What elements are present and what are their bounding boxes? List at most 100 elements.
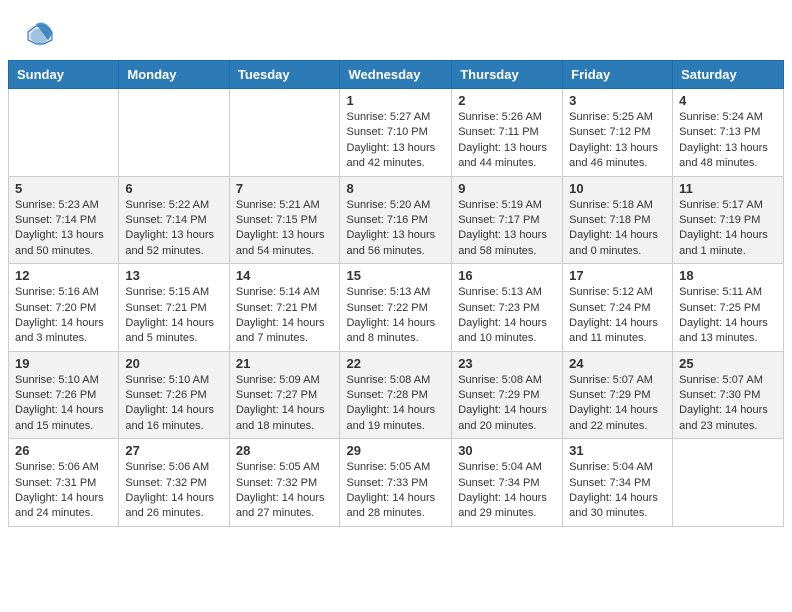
week-row-5: 26Sunrise: 5:06 AM Sunset: 7:31 PM Dayli… bbox=[9, 439, 784, 527]
day-cell: 13 Sunrise: 5:15 AM Sunset: 7:21 PM Dayli… bbox=[119, 264, 229, 352]
day-number: 2 bbox=[458, 93, 556, 108]
day-info: Sunrise: 5:05 AM Sunset: 7:32 PM Dayligh… bbox=[236, 460, 334, 522]
calendar-container: SundayMondayTuesdayWednesdayThursdayFrid… bbox=[0, 60, 792, 535]
day-cell: 18Sunrise: 5:11 AM Sunset: 7:25 PM Dayli… bbox=[673, 264, 784, 352]
day-number: 24 bbox=[569, 356, 666, 371]
day-cell: 17 Sunrise: 5:12 AM Sunset: 7:24 PM Dayli… bbox=[563, 264, 673, 352]
day-cell: 19 Sunrise: 5:10 AM Sunset: 7:26 PM Dayli… bbox=[9, 351, 119, 439]
day-cell: 23Sunrise: 5:08 AM Sunset: 7:29 PM Dayli… bbox=[452, 351, 563, 439]
week-row-2: 5Sunrise: 5:23 AM Sunset: 7:14 PM Daylig… bbox=[9, 176, 784, 264]
week-row-1: 1 Sunrise: 5:27 AM Sunset: 7:10 PM Daylig… bbox=[9, 89, 784, 177]
day-info: Sunrise: 5:14 AM Sunset: 7:21 PM Dayligh… bbox=[236, 285, 334, 347]
day-info: Sunrise: 5:13 AM Sunset: 7:22 PM Dayligh… bbox=[346, 285, 445, 347]
day-header-saturday: Saturday bbox=[673, 61, 784, 89]
day-info: Sunrise: 5:13 AM Sunset: 7:23 PM Dayligh… bbox=[458, 285, 556, 347]
day-info: Sunrise: 5:21 AM Sunset: 7:15 PM Dayligh… bbox=[236, 198, 334, 260]
day-number: 10 bbox=[569, 181, 666, 196]
day-number: 1 bbox=[346, 93, 445, 108]
day-cell bbox=[119, 89, 229, 177]
day-number: 3 bbox=[569, 93, 666, 108]
day-cell: 27 Sunrise: 5:06 AM Sunset: 7:32 PM Dayli… bbox=[119, 439, 229, 527]
day-number: 17 bbox=[569, 268, 666, 283]
day-number: 13 bbox=[125, 268, 222, 283]
day-number: 15 bbox=[346, 268, 445, 283]
day-cell: 30 Sunrise: 5:04 AM Sunset: 7:34 PM Dayli… bbox=[452, 439, 563, 527]
day-number: 6 bbox=[125, 181, 222, 196]
calendar-table: SundayMondayTuesdayWednesdayThursdayFrid… bbox=[8, 60, 784, 527]
day-cell: 15 Sunrise: 5:13 AM Sunset: 7:22 PM Dayli… bbox=[340, 264, 452, 352]
calendar-body: 1 Sunrise: 5:27 AM Sunset: 7:10 PM Daylig… bbox=[9, 89, 784, 527]
day-number: 29 bbox=[346, 443, 445, 458]
week-row-3: 12Sunrise: 5:16 AM Sunset: 7:20 PM Dayli… bbox=[9, 264, 784, 352]
day-info: Sunrise: 5:24 AM Sunset: 7:13 PM Dayligh… bbox=[679, 110, 777, 172]
day-cell: 14 Sunrise: 5:14 AM Sunset: 7:21 PM Dayli… bbox=[229, 264, 340, 352]
day-cell: 29 Sunrise: 5:05 AM Sunset: 7:33 PM Dayli… bbox=[340, 439, 452, 527]
day-cell: 10 Sunrise: 5:18 AM Sunset: 7:18 PM Dayli… bbox=[563, 176, 673, 264]
day-info: Sunrise: 5:27 AM Sunset: 7:10 PM Dayligh… bbox=[346, 110, 445, 172]
day-header-friday: Friday bbox=[563, 61, 673, 89]
day-info: Sunrise: 5:10 AM Sunset: 7:26 PM Dayligh… bbox=[15, 373, 112, 435]
day-number: 14 bbox=[236, 268, 334, 283]
day-header-sunday: Sunday bbox=[9, 61, 119, 89]
day-number: 27 bbox=[125, 443, 222, 458]
day-number: 23 bbox=[458, 356, 556, 371]
day-info: Sunrise: 5:07 AM Sunset: 7:29 PM Dayligh… bbox=[569, 373, 666, 435]
day-info: Sunrise: 5:12 AM Sunset: 7:24 PM Dayligh… bbox=[569, 285, 666, 347]
day-info: Sunrise: 5:19 AM Sunset: 7:17 PM Dayligh… bbox=[458, 198, 556, 260]
day-cell: 26Sunrise: 5:06 AM Sunset: 7:31 PM Dayli… bbox=[9, 439, 119, 527]
page-header bbox=[0, 0, 792, 60]
day-info: Sunrise: 5:04 AM Sunset: 7:34 PM Dayligh… bbox=[569, 460, 666, 522]
calendar-header: SundayMondayTuesdayWednesdayThursdayFrid… bbox=[9, 61, 784, 89]
day-info: Sunrise: 5:08 AM Sunset: 7:28 PM Dayligh… bbox=[346, 373, 445, 435]
day-info: Sunrise: 5:10 AM Sunset: 7:26 PM Dayligh… bbox=[125, 373, 222, 435]
day-number: 8 bbox=[346, 181, 445, 196]
day-cell: 28 Sunrise: 5:05 AM Sunset: 7:32 PM Dayli… bbox=[229, 439, 340, 527]
day-info: Sunrise: 5:25 AM Sunset: 7:12 PM Dayligh… bbox=[569, 110, 666, 172]
day-info: Sunrise: 5:23 AM Sunset: 7:14 PM Dayligh… bbox=[15, 198, 112, 260]
day-info: Sunrise: 5:07 AM Sunset: 7:30 PM Dayligh… bbox=[679, 373, 777, 435]
day-cell: 7 Sunrise: 5:21 AM Sunset: 7:15 PM Daylig… bbox=[229, 176, 340, 264]
day-cell: 5Sunrise: 5:23 AM Sunset: 7:14 PM Daylig… bbox=[9, 176, 119, 264]
day-cell: 24 Sunrise: 5:07 AM Sunset: 7:29 PM Dayli… bbox=[563, 351, 673, 439]
day-cell: 11Sunrise: 5:17 AM Sunset: 7:19 PM Dayli… bbox=[673, 176, 784, 264]
day-number: 19 bbox=[15, 356, 112, 371]
day-cell bbox=[9, 89, 119, 177]
day-cell: 22 Sunrise: 5:08 AM Sunset: 7:28 PM Dayli… bbox=[340, 351, 452, 439]
day-number: 22 bbox=[346, 356, 445, 371]
day-cell: 12Sunrise: 5:16 AM Sunset: 7:20 PM Dayli… bbox=[9, 264, 119, 352]
day-header-thursday: Thursday bbox=[452, 61, 563, 89]
day-info: Sunrise: 5:18 AM Sunset: 7:18 PM Dayligh… bbox=[569, 198, 666, 260]
day-info: Sunrise: 5:20 AM Sunset: 7:16 PM Dayligh… bbox=[346, 198, 445, 260]
day-number: 16 bbox=[458, 268, 556, 283]
day-number: 9 bbox=[458, 181, 556, 196]
day-number: 11 bbox=[679, 181, 777, 196]
day-info: Sunrise: 5:22 AM Sunset: 7:14 PM Dayligh… bbox=[125, 198, 222, 260]
day-cell: 25 Sunrise: 5:07 AM Sunset: 7:30 PM Dayli… bbox=[673, 351, 784, 439]
day-number: 28 bbox=[236, 443, 334, 458]
day-info: Sunrise: 5:15 AM Sunset: 7:21 PM Dayligh… bbox=[125, 285, 222, 347]
day-number: 25 bbox=[679, 356, 777, 371]
day-cell: 16 Sunrise: 5:13 AM Sunset: 7:23 PM Dayli… bbox=[452, 264, 563, 352]
day-cell: 3 Sunrise: 5:25 AM Sunset: 7:12 PM Daylig… bbox=[563, 89, 673, 177]
day-cell: 31 Sunrise: 5:04 AM Sunset: 7:34 PM Dayli… bbox=[563, 439, 673, 527]
week-row-4: 19 Sunrise: 5:10 AM Sunset: 7:26 PM Dayli… bbox=[9, 351, 784, 439]
day-cell: 20 Sunrise: 5:10 AM Sunset: 7:26 PM Dayli… bbox=[119, 351, 229, 439]
logo-icon bbox=[24, 18, 56, 50]
day-info: Sunrise: 5:05 AM Sunset: 7:33 PM Dayligh… bbox=[346, 460, 445, 522]
day-number: 30 bbox=[458, 443, 556, 458]
day-header-monday: Monday bbox=[119, 61, 229, 89]
day-info: Sunrise: 5:06 AM Sunset: 7:32 PM Dayligh… bbox=[125, 460, 222, 522]
day-info: Sunrise: 5:09 AM Sunset: 7:27 PM Dayligh… bbox=[236, 373, 334, 435]
day-number: 31 bbox=[569, 443, 666, 458]
day-number: 20 bbox=[125, 356, 222, 371]
day-info: Sunrise: 5:06 AM Sunset: 7:31 PM Dayligh… bbox=[15, 460, 112, 522]
day-number: 12 bbox=[15, 268, 112, 283]
day-number: 7 bbox=[236, 181, 334, 196]
day-cell: 6 Sunrise: 5:22 AM Sunset: 7:14 PM Daylig… bbox=[119, 176, 229, 264]
day-info: Sunrise: 5:04 AM Sunset: 7:34 PM Dayligh… bbox=[458, 460, 556, 522]
day-cell: 21Sunrise: 5:09 AM Sunset: 7:27 PM Dayli… bbox=[229, 351, 340, 439]
day-cell: 1 Sunrise: 5:27 AM Sunset: 7:10 PM Daylig… bbox=[340, 89, 452, 177]
day-cell: 2Sunrise: 5:26 AM Sunset: 7:11 PM Daylig… bbox=[452, 89, 563, 177]
day-info: Sunrise: 5:11 AM Sunset: 7:25 PM Dayligh… bbox=[679, 285, 777, 347]
day-cell: 9 Sunrise: 5:19 AM Sunset: 7:17 PM Daylig… bbox=[452, 176, 563, 264]
